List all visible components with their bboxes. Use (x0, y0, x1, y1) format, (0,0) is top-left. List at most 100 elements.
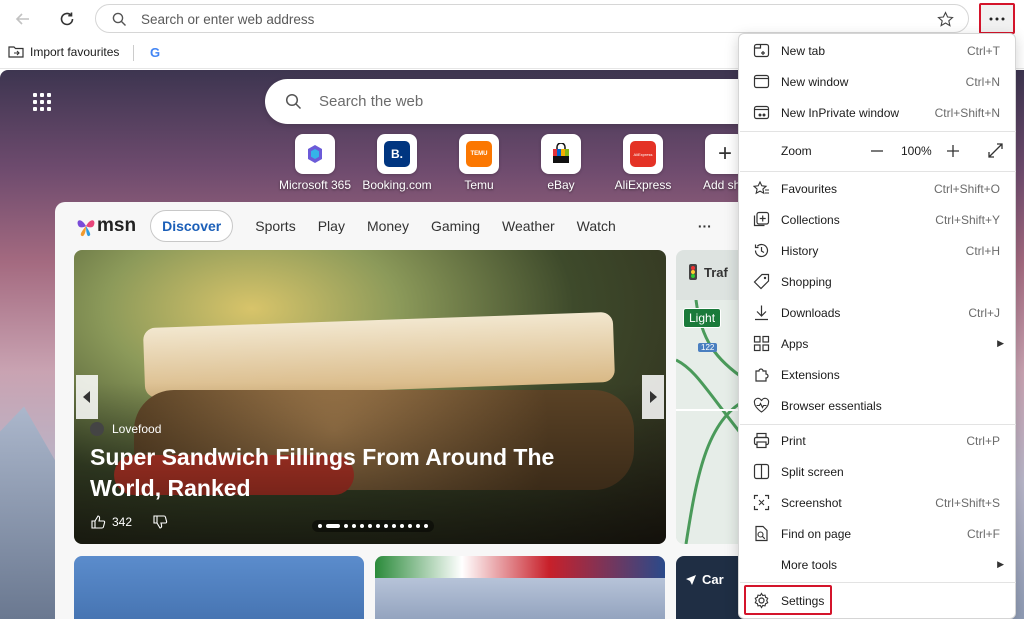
tab-money[interactable]: Money (367, 218, 409, 234)
menu-item-zoom: Zoom 100% (740, 135, 1014, 167)
article-reactions: 342 (90, 514, 168, 530)
menu-item-split-screen[interactable]: Split screen (740, 456, 1014, 487)
menu-item-screenshot[interactable]: Screenshot Ctrl+Shift+S (740, 487, 1014, 518)
menu-item-new-inprivate-window[interactable]: New InPrivate window Ctrl+Shift+N (740, 97, 1014, 128)
like-icon[interactable] (90, 514, 106, 530)
road-number: 122 (698, 343, 718, 352)
tab-watch[interactable]: Watch (577, 218, 616, 234)
menu-item-browser-essentials[interactable]: Browser essentials (740, 390, 1014, 421)
traffic-map[interactable]: Light 122 (676, 300, 746, 544)
microsoft365-icon (295, 134, 335, 174)
source-name: Lovefood (112, 422, 162, 436)
new-tab-icon (753, 43, 770, 58)
shopping-tag-icon (753, 273, 770, 290)
msn-feed-panel: msn Discover Sports Play Money Gaming We… (55, 202, 768, 619)
favourite-star-icon[interactable] (937, 11, 954, 28)
aliexpress-icon: AliExpress (623, 134, 663, 174)
msn-logo[interactable]: msn (75, 215, 136, 237)
ellipsis-icon (989, 17, 1005, 20)
quick-link-temu[interactable]: TEMU Temu (441, 134, 517, 192)
traffic-card-title: Traf (704, 264, 728, 280)
menu-item-more-tools[interactable]: More tools ▶ (740, 549, 1014, 580)
source-logo-icon (90, 422, 104, 436)
screenshot-icon (753, 494, 770, 511)
address-bar[interactable]: Search or enter web address (95, 4, 969, 33)
article-source[interactable]: Lovefood (90, 422, 161, 436)
menu-item-downloads[interactable]: Downloads Ctrl+J (740, 297, 1014, 328)
background-mountains (0, 406, 60, 619)
quick-link-booking[interactable]: B. Booking.com (359, 134, 435, 192)
printer-icon (753, 432, 770, 449)
traffic-status-badge: Light (683, 308, 722, 328)
history-clock-icon (754, 243, 769, 258)
menu-item-extensions[interactable]: Extensions (740, 359, 1014, 390)
menu-item-find-on-page[interactable]: Find on page Ctrl+F (740, 518, 1014, 549)
booking-icon: B. (377, 134, 417, 174)
divider (133, 45, 134, 61)
favourites-star-icon (753, 180, 769, 195)
split-screen-icon (753, 463, 770, 480)
temu-icon: TEMU (459, 134, 499, 174)
more-tabs-button[interactable]: ··· (698, 218, 712, 234)
carousel-next-button[interactable] (642, 375, 664, 419)
car-card-title: Car (702, 572, 724, 587)
tab-gaming[interactable]: Gaming (431, 218, 480, 234)
msn-nav-bar: msn Discover Sports Play Money Gaming We… (75, 208, 768, 244)
carousel-pagination[interactable] (312, 520, 434, 532)
extensions-puzzle-icon (755, 368, 769, 382)
zoom-in-plus-icon[interactable] (946, 144, 960, 158)
tab-sports[interactable]: Sports (255, 218, 295, 234)
article-card[interactable] (375, 556, 665, 619)
menu-item-new-tab[interactable]: New tab Ctrl+T (740, 35, 1014, 66)
heart-pulse-icon (753, 397, 770, 413)
menu-item-new-window[interactable]: New window Ctrl+N (740, 66, 1014, 97)
quick-link-microsoft365[interactable]: Microsoft 365 (277, 134, 353, 192)
tab-discover[interactable]: Discover (150, 210, 234, 242)
quick-link-ebay[interactable]: eBay (523, 134, 599, 192)
apps-grid-icon (753, 335, 770, 352)
new-window-icon (753, 74, 770, 89)
google-favourite-icon[interactable]: G (147, 44, 163, 60)
menu-item-shopping[interactable]: Shopping (740, 266, 1014, 297)
ebay-bag-icon (541, 134, 581, 174)
article-card[interactable] (74, 556, 364, 619)
tab-play[interactable]: Play (318, 218, 345, 234)
fullscreen-icon[interactable] (988, 143, 1003, 158)
article-title[interactable]: Super Sandwich Fillings From Around The … (90, 442, 630, 504)
menu-divider (740, 582, 1016, 583)
traffic-card[interactable]: Traf Light 122 (676, 250, 746, 544)
quick-link-label: Microsoft 365 (278, 178, 352, 192)
traffic-light-icon (689, 264, 697, 280)
hero-article-card[interactable]: Lovefood Super Sandwich Fillings From Ar… (74, 250, 666, 544)
web-search-box[interactable]: Search the web (265, 79, 785, 124)
msn-wordmark: msn (97, 215, 137, 236)
search-icon (112, 12, 126, 26)
settings-highlight-box (744, 585, 832, 615)
tab-weather[interactable]: Weather (502, 218, 555, 234)
refresh-icon (60, 12, 74, 26)
settings-and-more-button[interactable] (979, 3, 1015, 34)
import-folder-icon (8, 46, 24, 58)
back-button[interactable] (9, 5, 37, 33)
download-icon (755, 305, 768, 321)
menu-item-collections[interactable]: Collections Ctrl+Shift+Y (740, 204, 1014, 235)
app-launcher-grid-icon[interactable] (32, 92, 54, 114)
quick-link-aliexpress[interactable]: AliExpress AliExpress (605, 134, 681, 192)
menu-item-print[interactable]: Print Ctrl+P (740, 425, 1014, 456)
import-favourites-link[interactable]: Import favourites (8, 45, 119, 59)
carousel-prev-button[interactable] (76, 375, 98, 419)
menu-item-apps[interactable]: Apps ▶ (740, 328, 1014, 359)
article-image-flag (375, 556, 665, 578)
dislike-icon[interactable] (152, 514, 168, 530)
map-roads-icon (676, 300, 746, 544)
quick-link-label: Temu (464, 178, 494, 192)
zoom-out-minus-icon[interactable] (870, 144, 884, 158)
submenu-chevron-icon: ▶ (997, 338, 1004, 348)
location-arrow-icon (686, 574, 696, 585)
zoom-level: 100% (901, 144, 932, 158)
quick-link-label: eBay (547, 178, 575, 192)
refresh-button[interactable] (53, 5, 81, 33)
menu-item-history[interactable]: History Ctrl+H (740, 235, 1014, 266)
car-card[interactable]: Car (676, 556, 746, 619)
menu-item-favourites[interactable]: Favourites Ctrl+Shift+O (740, 173, 1014, 204)
